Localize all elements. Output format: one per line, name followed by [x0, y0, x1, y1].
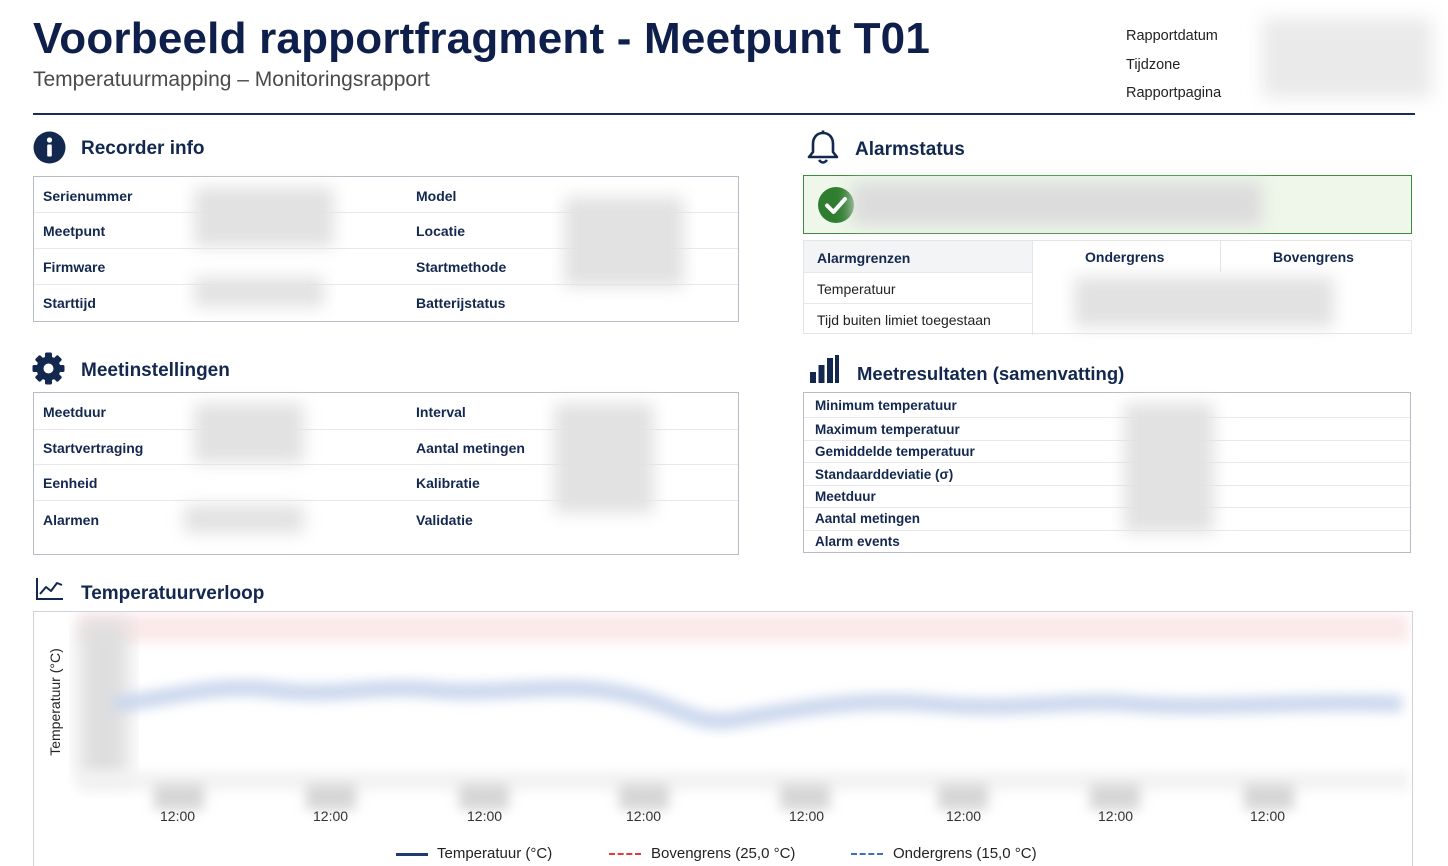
- meta-label-rapportpagina: Rapportpagina: [1126, 85, 1222, 101]
- meetresultaten-title: Meetresultaten (samenvatting): [857, 363, 1125, 384]
- header-divider: [33, 113, 1415, 115]
- meta-values-redacted: [1262, 18, 1432, 98]
- label-startmethode: Startmethode: [416, 259, 507, 275]
- label-aantal-metingen-result: Aantal metingen: [815, 511, 921, 526]
- legend-upper-swatch: [609, 853, 641, 855]
- upper-limit-band: [79, 614, 1409, 642]
- alarm-limits-table: Alarmgrenzen Ondergrens Bovengrens Tempe…: [803, 240, 1412, 335]
- row-tijd-buiten-limiet: Tijd buiten limiet toegestaan: [817, 312, 991, 328]
- label-batterijstatus: Batterijstatus: [416, 295, 506, 311]
- settings-values-redacted: [194, 403, 304, 463]
- label-eenheid: Eenheid: [43, 475, 98, 491]
- temperature-chart: Temperatuur (°C) 12:00 12:00 12:00 12:00…: [33, 611, 1413, 866]
- x-tick: 12:00: [160, 808, 196, 824]
- label-meetduur-result: Meetduur: [815, 489, 876, 504]
- recorder-info-table: Serienummer Meetpunt Firmware Starttijd …: [33, 176, 739, 322]
- x-tick: 12:00: [467, 808, 503, 824]
- x-tick: 12:00: [789, 808, 825, 824]
- alarm-limits-redacted: [1074, 277, 1334, 327]
- meta-label-tijdzone: Tijdzone: [1126, 56, 1181, 73]
- label-meetduur: Meetduur: [43, 404, 106, 420]
- label-aantal-metingen: Aantal metingen: [416, 440, 525, 456]
- legend-lower-swatch: [851, 853, 883, 855]
- temperature-series: [113, 680, 1403, 730]
- alarm-status-banner: [803, 175, 1412, 234]
- label-alarm-events: Alarm events: [815, 534, 900, 549]
- recorder-values-redacted: [194, 187, 334, 247]
- label-starttijd: Starttijd: [43, 295, 96, 311]
- label-minimum-temperatuur: Minimum temperatuur: [815, 398, 957, 413]
- label-maximum-temperatuur: Maximum temperatuur: [815, 422, 960, 437]
- page-title: Voorbeeld rapportfragment - Meetpunt T01: [33, 14, 931, 63]
- label-kalibratie: Kalibratie: [416, 475, 480, 491]
- label-locatie: Locatie: [416, 223, 466, 239]
- label-serienummer: Serienummer: [43, 188, 133, 204]
- recorder-info-title: Recorder info: [81, 138, 205, 159]
- legend-temperature-swatch: [396, 853, 428, 856]
- label-startvertraging: Startvertraging: [43, 440, 144, 456]
- label-standaarddeviatie: Standaarddeviatie (σ): [815, 467, 954, 482]
- row-temperatuur: Temperatuur: [817, 281, 896, 297]
- label-validatie: Validatie: [416, 512, 473, 528]
- legend-upper-limit: Bovengrens (25,0 °C): [651, 845, 796, 862]
- bell-icon: [807, 130, 839, 164]
- label-gemiddelde-temperatuur: Gemiddelde temperatuur: [815, 444, 975, 459]
- x-tick: 12:00: [626, 808, 662, 824]
- gear-icon: [32, 352, 65, 385]
- info-icon: [33, 131, 66, 164]
- x-tick: 12:00: [313, 808, 349, 824]
- alarmstatus-title: Alarmstatus: [855, 139, 965, 160]
- report-meta: Rapportdatum Tijdzone Rapportpagina: [1126, 22, 1221, 108]
- meetresultaten-table: Minimum temperatuur Maximum temperatuur …: [803, 392, 1411, 553]
- meetinstellingen-table: Meetduur Startvertraging Eenheid Alarmen…: [33, 392, 739, 555]
- header-bovengrens: Bovengrens: [1273, 249, 1354, 265]
- check-icon: [818, 187, 854, 223]
- legend-temperature: Temperatuur (°C): [437, 845, 553, 862]
- x-tick: 12:00: [946, 808, 982, 824]
- meta-label-rapportdatum: Rapportdatum: [1126, 28, 1218, 44]
- y-axis-label: Temperatuur (°C): [47, 648, 63, 756]
- alarm-status-text-redacted: [852, 182, 1262, 226]
- x-tick: 12:00: [1098, 808, 1134, 824]
- temperatuurverloop-title: Temperatuurverloop: [81, 583, 265, 604]
- label-interval: Interval: [416, 404, 466, 420]
- x-tick: 12:00: [1250, 808, 1286, 824]
- meetinstellingen-title: Meetinstellingen: [81, 360, 230, 381]
- label-firmware: Firmware: [43, 259, 106, 275]
- line-chart-icon: [36, 578, 63, 600]
- header-ondergrens: Ondergrens: [1085, 249, 1165, 265]
- results-values-redacted: [1124, 403, 1214, 533]
- bar-chart-icon: [810, 355, 839, 383]
- header-alarmgrenzen: Alarmgrenzen: [817, 250, 911, 266]
- label-meetpunt: Meetpunt: [43, 223, 106, 239]
- legend-lower-limit: Ondergrens (15,0 °C): [893, 845, 1037, 862]
- page-subtitle: Temperatuurmapping – Monitoringsrapport: [33, 68, 430, 91]
- label-alarmen: Alarmen: [43, 512, 100, 528]
- label-model: Model: [416, 188, 457, 204]
